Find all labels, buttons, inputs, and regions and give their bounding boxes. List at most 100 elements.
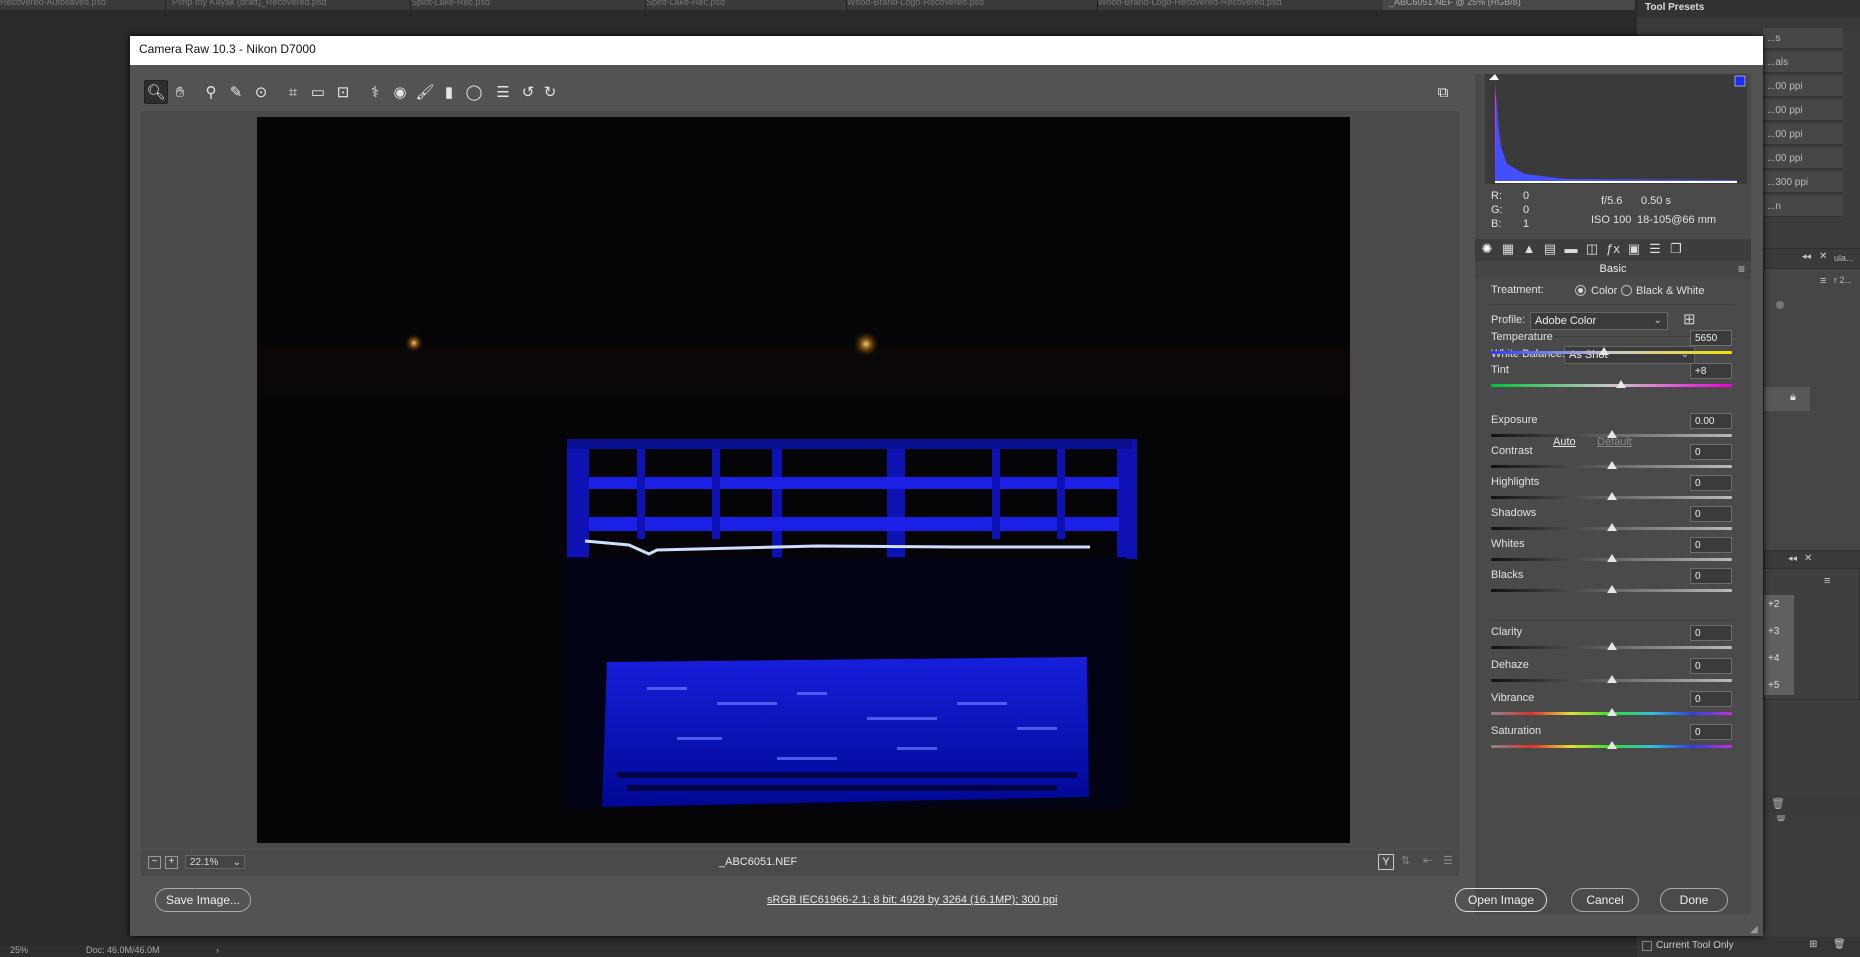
snapshots-tab-icon[interactable]: ❐	[1666, 239, 1686, 259]
graduated-filter-icon[interactable]: ▮	[437, 80, 461, 104]
red-eye-icon[interactable]: ◉	[388, 80, 412, 104]
lens-corrections-tab-icon[interactable]: ◫	[1582, 239, 1602, 259]
panel-menu-icon[interactable]: ≡	[1738, 262, 1745, 276]
radial-filter-icon[interactable]: ◯	[462, 80, 486, 104]
document-tab[interactable]: Wood-Brand-Logo-Recovered.psd	[841, 0, 1098, 10]
cancel-button[interactable]: Cancel	[1571, 888, 1639, 912]
camera-calibration-tab-icon[interactable]: ▣	[1624, 239, 1644, 259]
spot-removal-icon[interactable]: ⚕	[363, 80, 387, 104]
whites-slider-thumb[interactable]	[1606, 554, 1617, 562]
before-after-view-icon[interactable]: Y	[1378, 854, 1394, 870]
new-preset-icon[interactable]: ⊞	[1809, 939, 1817, 950]
status-arrow-icon[interactable]: ›	[216, 945, 219, 955]
treatment-color-radio[interactable]	[1575, 285, 1586, 296]
basic-tab-icon[interactable]: ✺	[1477, 239, 1497, 259]
whites-value-field[interactable]: 0	[1690, 537, 1732, 553]
clarity-value-field[interactable]: 0	[1690, 625, 1732, 641]
tint-slider-thumb[interactable]	[1616, 380, 1627, 388]
document-tab[interactable]: Spirit-Lake-Rec.psd	[405, 0, 646, 10]
white-balance-select[interactable]: As Shot ⌄	[1564, 346, 1695, 364]
panel-menu-icon[interactable]: ≡	[1820, 275, 1826, 287]
temperature-slider-track[interactable]	[1491, 351, 1732, 354]
tool-preset-row[interactable]: ...s	[1763, 28, 1843, 49]
saturation-value-field[interactable]: 0	[1690, 724, 1732, 740]
dehaze-slider-thumb[interactable]	[1606, 675, 1617, 683]
color-sampler-icon[interactable]: ✎	[224, 80, 248, 104]
tool-preset-row[interactable]: ...00 ppi	[1763, 76, 1843, 97]
tone-curve-tab-icon[interactable]: ▦	[1498, 239, 1518, 259]
hsl-tab-icon[interactable]: ▤	[1540, 239, 1560, 259]
swap-before-after-icon[interactable]: ⇅	[1401, 854, 1410, 867]
split-toning-tab-icon[interactable]: ▬	[1561, 239, 1581, 259]
delete-preset-icon[interactable]: 🗑︎	[1833, 939, 1846, 950]
history-item[interactable]: +5	[1768, 680, 1779, 691]
tint-value-field[interactable]: +8	[1690, 363, 1732, 379]
tool-presets-tab[interactable]: Tool Presets	[1637, 0, 1860, 18]
adjustment-brush-icon[interactable]: 🖌︎	[413, 80, 437, 104]
tool-preset-row[interactable]: ...300 ppi	[1763, 172, 1843, 193]
workflow-options-link[interactable]: sRGB IEC61966-2.1; 8 bit; 4928 by 3264 (…	[767, 894, 1057, 906]
current-tool-only-checkbox[interactable]	[1642, 941, 1652, 951]
dehaze-value-field[interactable]: 0	[1690, 658, 1732, 674]
crop-tool-icon[interactable]: ⌗	[281, 80, 305, 104]
contrast-slider-thumb[interactable]	[1606, 461, 1617, 469]
clarity-slider-thumb[interactable]	[1606, 642, 1617, 650]
tool-preset-row[interactable]: ...00 ppi	[1763, 100, 1843, 121]
zoom-in-button[interactable]: +	[165, 856, 178, 869]
collapse-panel-icon[interactable]: ◂◂	[1802, 251, 1811, 262]
document-tab[interactable]: Pimp my Kayak (draft)_Recovered.psd	[166, 0, 411, 10]
temperature-value-field[interactable]: 5650	[1690, 330, 1732, 346]
effects-tab-icon[interactable]: ƒx	[1603, 239, 1623, 259]
highlights-slider-thumb[interactable]	[1606, 492, 1617, 500]
blacks-value-field[interactable]: 0	[1690, 568, 1732, 584]
targeted-adjustment-icon[interactable]: ⊙	[249, 80, 273, 104]
exposure-value-field[interactable]: 0.00	[1690, 413, 1732, 429]
profile-select[interactable]: Adobe Color ⌄	[1530, 312, 1668, 330]
panel-menu-icon[interactable]: ≡	[1824, 575, 1830, 587]
zoom-out-button[interactable]: −	[148, 856, 161, 869]
resize-grip-icon[interactable]: ◢	[1750, 924, 1758, 935]
lock-icon[interactable]: 🔒︎	[1790, 391, 1796, 404]
zoom-tool-icon[interactable]: 🔍︎	[144, 80, 168, 104]
save-image-button[interactable]: Save Image...	[155, 888, 251, 912]
document-tab[interactable]: Recovered-Autosaved.psd	[0, 0, 166, 10]
shadows-value-field[interactable]: 0	[1690, 506, 1732, 522]
history-item[interactable]: +4	[1768, 653, 1779, 664]
zoom-level-select[interactable]: 22.1% ⌄	[185, 855, 245, 869]
auto-link[interactable]: Auto	[1553, 436, 1576, 448]
highlights-value-field[interactable]: 0	[1690, 475, 1732, 491]
toggle-settings-icon[interactable]: ☰	[1443, 854, 1453, 867]
trash-icon[interactable]: 🗑︎	[1771, 797, 1785, 810]
saturation-slider-thumb[interactable]	[1606, 741, 1617, 749]
rotate-left-icon[interactable]: ↺	[516, 80, 540, 104]
exposure-slider-thumb[interactable]	[1606, 430, 1617, 438]
document-tab[interactable]: Wood-Brand-Logo-Recovered-Recovered.psd	[1092, 0, 1389, 10]
blacks-slider-thumb[interactable]	[1606, 585, 1617, 593]
tool-preset-row[interactable]: ...00 ppi	[1763, 148, 1843, 169]
rotate-right-icon[interactable]: ↻	[538, 80, 562, 104]
straighten-tool-icon[interactable]: ▭	[306, 80, 330, 104]
history-item[interactable]: +3	[1768, 626, 1779, 637]
white-balance-tool-icon[interactable]: ⚲	[199, 80, 223, 104]
shadows-slider-thumb[interactable]	[1606, 523, 1617, 531]
photo-preview[interactable]	[257, 117, 1350, 843]
copy-settings-icon[interactable]: ⇤	[1423, 854, 1432, 867]
vibrance-value-field[interactable]: 0	[1690, 691, 1732, 707]
tint-slider-track[interactable]	[1491, 384, 1732, 387]
tool-preset-row[interactable]: ...00 ppi	[1763, 124, 1843, 145]
document-tab[interactable]: Spirit-Lake-Rec.psd	[640, 0, 847, 10]
close-panel-icon[interactable]: ✕	[1804, 553, 1812, 564]
contrast-value-field[interactable]: 0	[1690, 444, 1732, 460]
toggle-fullscreen-icon[interactable]: ⧉	[1431, 80, 1455, 104]
tool-preset-row[interactable]: ...als	[1763, 52, 1843, 73]
document-tab-active[interactable]: _ABC6051.NEF @ 25% (RGB/8)	[1383, 0, 1635, 10]
treatment-bw-radio[interactable]	[1621, 285, 1632, 296]
transform-tool-icon[interactable]: ⊡	[331, 80, 355, 104]
close-panel-icon[interactable]: ✕	[1819, 251, 1827, 262]
done-button[interactable]: Done	[1660, 888, 1728, 912]
tool-preset-row[interactable]: ...n	[1763, 196, 1843, 217]
vibrance-slider-thumb[interactable]	[1606, 708, 1617, 716]
hand-tool-icon[interactable]: ✋︎	[168, 80, 192, 104]
history-item[interactable]: +2	[1768, 599, 1779, 610]
collapse-panel-icon[interactable]: ◂◂	[1788, 553, 1797, 564]
